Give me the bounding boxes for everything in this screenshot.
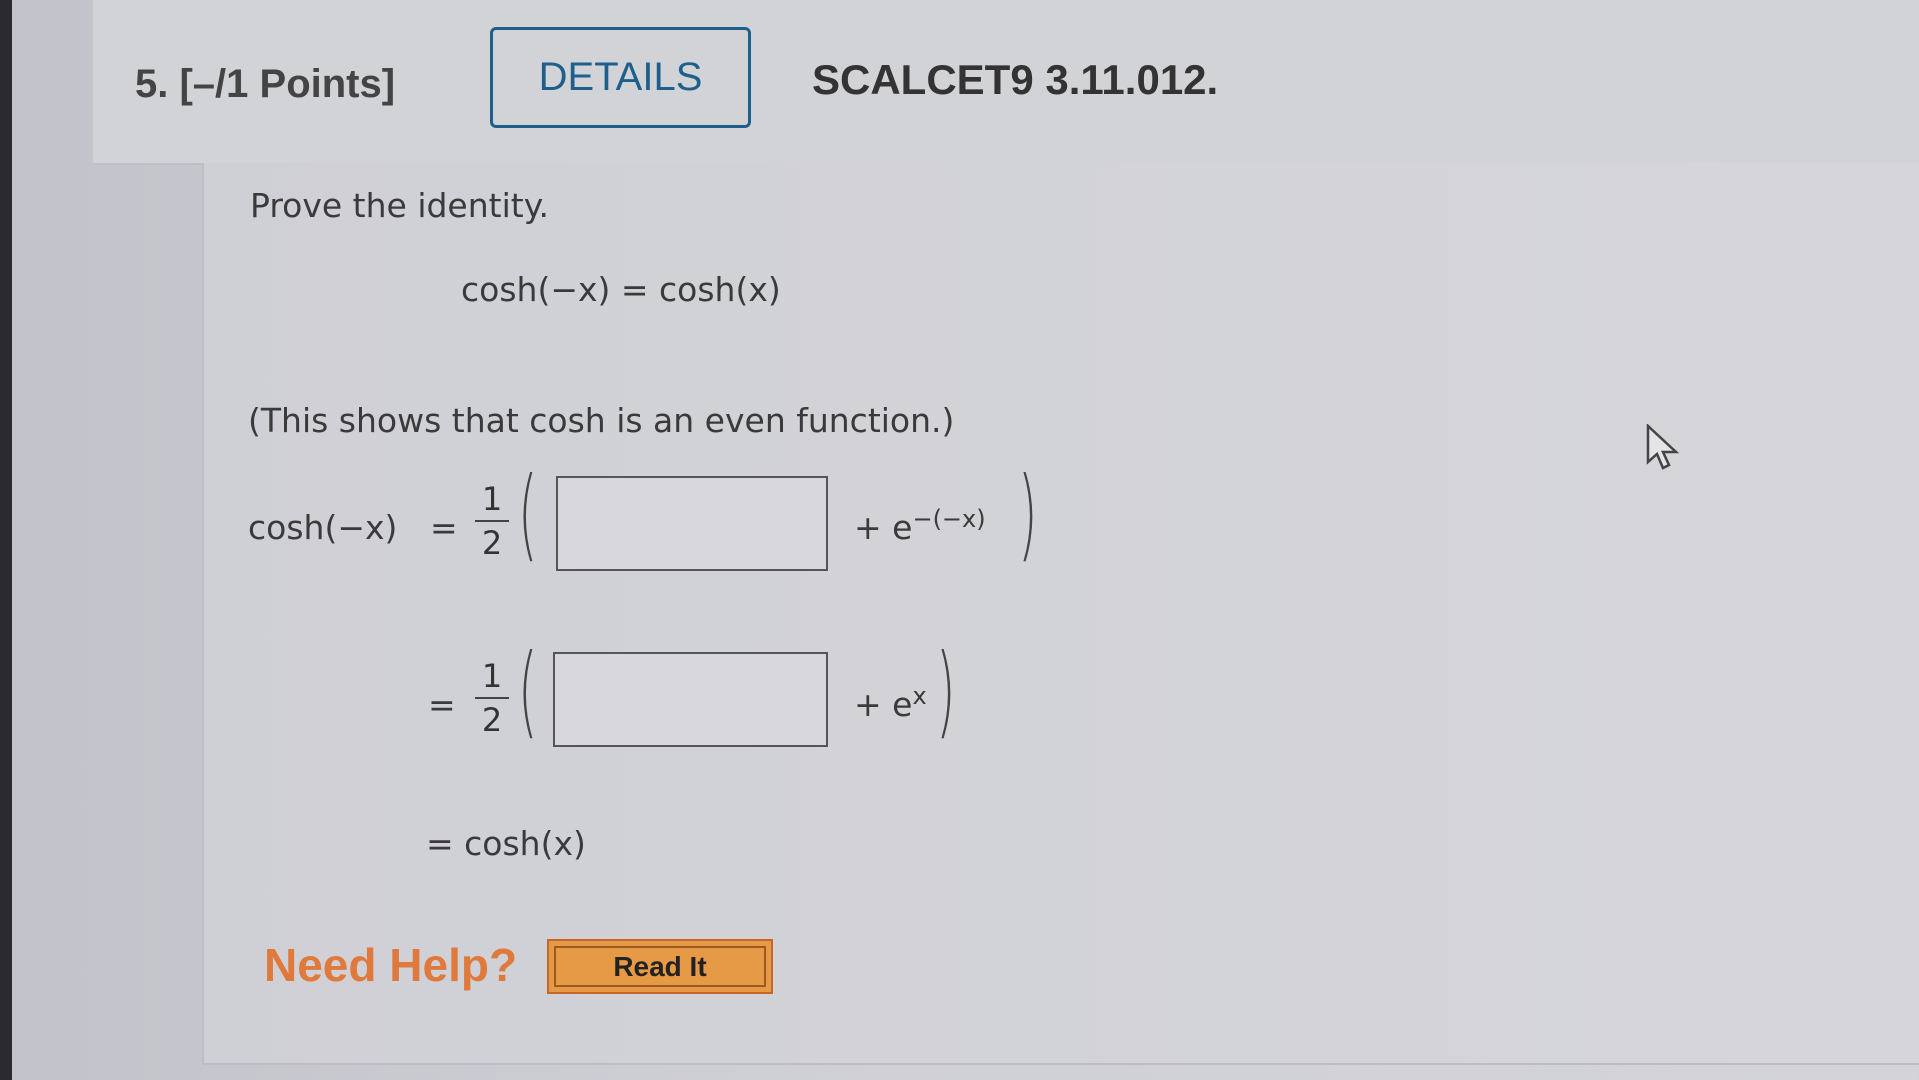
- row3-text: = cosh(x): [426, 824, 586, 863]
- numerator: 1: [481, 657, 503, 695]
- denominator: 2: [481, 701, 503, 739]
- numerator: 1: [481, 480, 503, 518]
- row1-lhs: cosh(−x): [248, 508, 398, 547]
- details-button[interactable]: DETAILS: [490, 27, 751, 128]
- right-paren: ): [936, 632, 956, 749]
- prompt-text: Prove the identity.: [250, 186, 550, 225]
- row1-answer-input[interactable]: [556, 476, 828, 571]
- row1-fraction: 12: [475, 480, 509, 562]
- question-body: [202, 163, 1919, 1065]
- row1-plus-e: + e: [854, 508, 913, 547]
- row1-equals: =: [430, 508, 458, 547]
- row2-exponent: x: [912, 682, 927, 710]
- read-it-button[interactable]: Read It: [547, 939, 773, 994]
- need-help-label: Need Help?: [264, 939, 518, 991]
- row1-exponent: −(−x): [912, 505, 986, 533]
- left-paren: (: [518, 632, 538, 749]
- row2-answer-input[interactable]: [553, 652, 828, 747]
- denominator: 2: [481, 524, 503, 562]
- row1-term: + e−(−x): [854, 505, 986, 547]
- identity-text: cosh(−x) = cosh(x): [461, 270, 781, 309]
- mouse-cursor-icon: [1646, 424, 1680, 470]
- row2-plus-e: + e: [854, 685, 913, 724]
- note-text: (This shows that cosh is an even functio…: [248, 401, 955, 440]
- read-it-label: Read It: [554, 946, 766, 987]
- question-points: 5. [–/1 Points]: [135, 62, 396, 106]
- left-paren: (: [518, 455, 538, 572]
- screen-bezel: [0, 0, 12, 1080]
- right-paren: ): [1018, 455, 1038, 572]
- row2-equals: =: [428, 685, 456, 724]
- question-code: SCALCET9 3.11.012.: [812, 56, 1219, 103]
- row2-fraction: 12: [475, 657, 509, 739]
- row2-term: + ex: [854, 682, 927, 724]
